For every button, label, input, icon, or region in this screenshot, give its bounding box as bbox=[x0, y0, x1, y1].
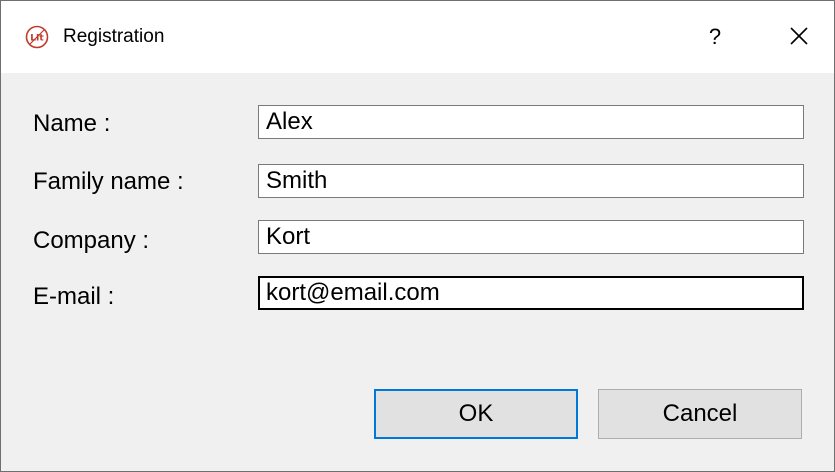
company-label: Company : bbox=[33, 227, 150, 254]
close-icon bbox=[790, 27, 808, 45]
name-field[interactable] bbox=[258, 105, 804, 139]
name-label: Name : bbox=[33, 110, 111, 137]
help-button[interactable]: ? bbox=[695, 17, 735, 57]
lit-logo-icon: LIt bbox=[25, 25, 49, 49]
email-label: E-mail : bbox=[33, 283, 115, 310]
email-field[interactable] bbox=[258, 276, 804, 310]
family-name-label: Family name : bbox=[33, 168, 184, 195]
family-name-field[interactable] bbox=[258, 164, 804, 198]
cancel-button[interactable]: Cancel bbox=[598, 389, 802, 439]
title-bar[interactable]: LIt Registration ? bbox=[1, 1, 834, 73]
ok-button[interactable]: OK bbox=[374, 389, 578, 439]
company-field[interactable] bbox=[258, 220, 804, 254]
registration-dialog: LIt Registration ? Name : Family name : … bbox=[0, 0, 835, 472]
window-title: Registration bbox=[63, 26, 165, 47]
close-button[interactable] bbox=[777, 17, 821, 57]
